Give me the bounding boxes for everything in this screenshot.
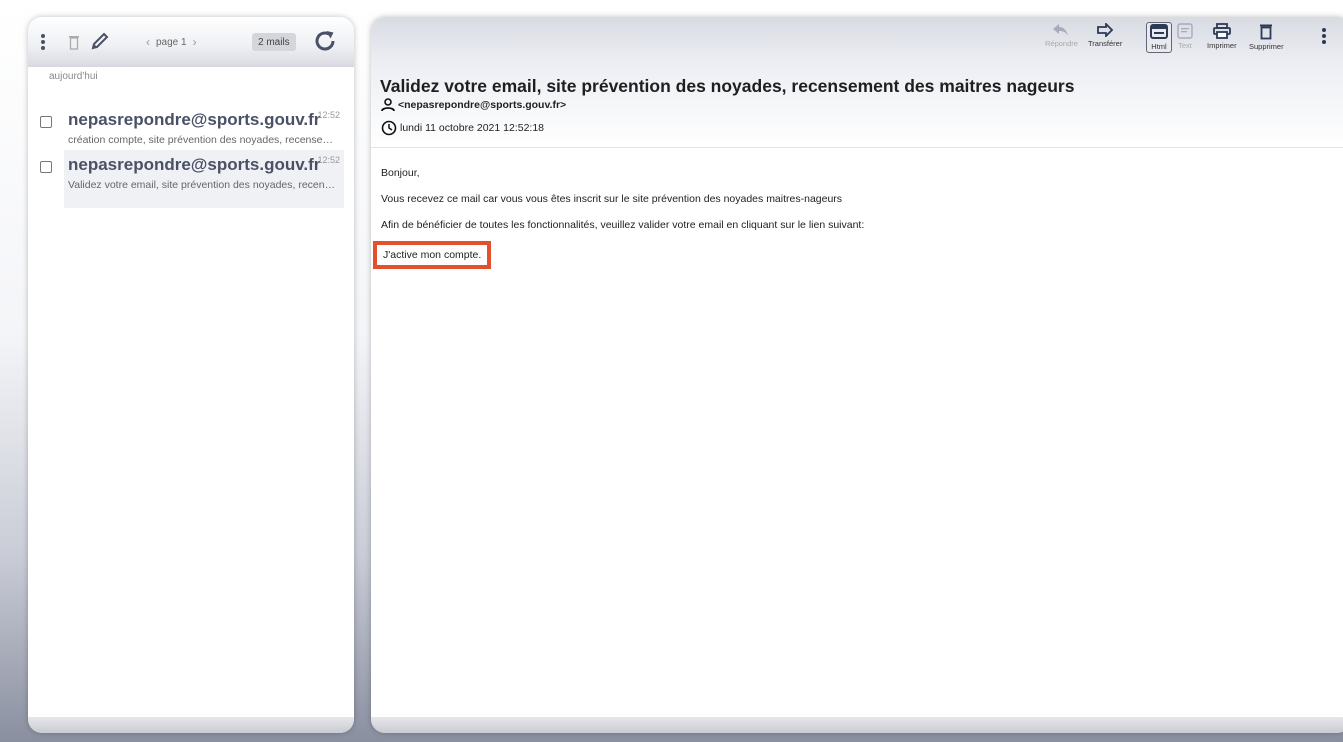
- text-view-button[interactable]: Text: [1177, 23, 1193, 50]
- trash-icon[interactable]: [66, 29, 82, 55]
- mail-subject: création compte, site prévention des noy…: [68, 134, 340, 146]
- delete-button[interactable]: Supprimer: [1249, 23, 1284, 51]
- list-item[interactable]: nepasrepondre@sports.gouv.fr 12:52 Valid…: [40, 150, 344, 208]
- greeting: Bonjour,: [381, 167, 420, 179]
- date-text: lundi 11 octobre 2021 12:52:18: [400, 122, 545, 134]
- pencil-icon[interactable]: [88, 28, 112, 54]
- message-subject: Validez votre email, site prévention des…: [380, 76, 1075, 96]
- activate-account-link[interactable]: J'active mon compte.: [373, 241, 492, 269]
- html-view-icon: [1150, 24, 1168, 39]
- more-vertical-icon[interactable]: [36, 29, 50, 55]
- trash-icon: [1260, 24, 1273, 40]
- message-footer: [371, 717, 1343, 733]
- mail-time: 12:52: [317, 155, 340, 165]
- mail-list-panel: ‹ page 1 › 2 mails aujourd'hui nepasrepo…: [28, 17, 354, 733]
- date-group-label: aujourd'hui: [49, 71, 98, 82]
- print-button[interactable]: Imprimer: [1207, 23, 1237, 50]
- forward-label: Transférer: [1088, 39, 1123, 48]
- reply-button[interactable]: Répondre: [1045, 23, 1078, 48]
- page-label: page 1: [156, 36, 187, 48]
- pagination: ‹ page 1 ›: [146, 32, 197, 52]
- mail-subject: Validez votre email, site prévention des…: [68, 179, 340, 191]
- mail-sender: nepasrepondre@sports.gouv.fr: [68, 110, 321, 129]
- more-vertical-icon[interactable]: [1321, 27, 1327, 47]
- message-date: lundi 11 octobre 2021 12:52:18: [381, 120, 544, 136]
- print-icon: [1212, 23, 1231, 39]
- mail-sender: nepasrepondre@sports.gouv.fr: [68, 155, 321, 174]
- print-label: Imprimer: [1207, 41, 1237, 50]
- select-checkbox[interactable]: [40, 116, 52, 128]
- body-line: Vous recevez ce mail car vous vous êtes …: [381, 193, 843, 205]
- forward-icon: [1097, 23, 1114, 37]
- reply-icon: [1053, 24, 1069, 36]
- clock-icon: [381, 120, 397, 136]
- next-page-icon[interactable]: ›: [193, 35, 197, 49]
- list-footer: [28, 717, 354, 733]
- mail-count-badge: 2 mails: [252, 33, 296, 51]
- message-panel: Répondre Transférer Html Text Imprimer S…: [371, 17, 1343, 733]
- body-line: Afin de bénéficier de toutes les fonctio…: [381, 219, 865, 231]
- prev-page-icon[interactable]: ‹: [146, 35, 150, 49]
- forward-button[interactable]: Transférer: [1088, 23, 1122, 48]
- sender-address: <nepasrepondre@sports.gouv.fr>: [398, 99, 567, 111]
- mail-list-toolbar: ‹ page 1 › 2 mails: [28, 17, 354, 67]
- user-icon: [381, 98, 395, 112]
- select-checkbox[interactable]: [40, 161, 52, 173]
- message-sender: <nepasrepondre@sports.gouv.fr>: [381, 98, 566, 112]
- mail-time: 12:52: [317, 110, 340, 120]
- refresh-icon[interactable]: [310, 25, 340, 57]
- html-view-button[interactable]: Html: [1146, 22, 1172, 53]
- html-view-label: Html: [1151, 42, 1167, 51]
- text-view-icon: [1177, 23, 1193, 39]
- message-body: Bonjour, Vous recevez ce mail car vous v…: [373, 167, 865, 273]
- delete-label: Supprimer: [1249, 42, 1284, 51]
- text-view-label: Text: [1178, 41, 1192, 50]
- reply-label: Répondre: [1045, 39, 1078, 48]
- message-header: Répondre Transférer Html Text Imprimer S…: [371, 17, 1343, 148]
